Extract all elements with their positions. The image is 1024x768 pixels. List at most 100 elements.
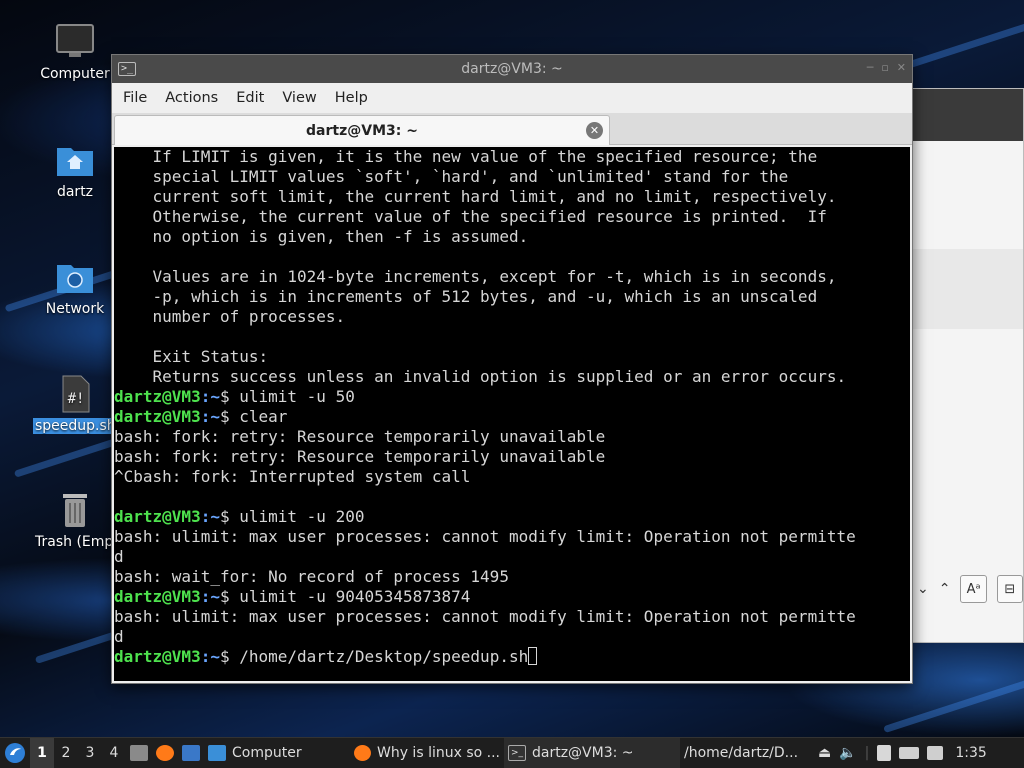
terminal-output-line: no option is given, then -f is assumed. xyxy=(114,227,910,247)
task-computer[interactable]: Computer xyxy=(204,738,350,768)
home-folder-icon xyxy=(55,140,95,180)
terminal-prompt-line: dartz@VM3:~$ /home/dartz/Desktop/speedup… xyxy=(114,647,910,667)
desktop-icon-trash[interactable]: Trash (Empty) xyxy=(33,490,133,550)
terminal-output-line: If LIMIT is given, it is the new value o… xyxy=(114,147,910,167)
desktop-icon-label: Network xyxy=(45,301,105,317)
tab-close-icon[interactable]: ✕ xyxy=(586,122,603,139)
file-manager-launcher-icon[interactable] xyxy=(126,738,152,768)
terminal-output-line: Otherwise, the current value of the spec… xyxy=(114,207,910,227)
prompt-user: dartz@VM3 xyxy=(114,507,201,526)
toolbar-extra-icon[interactable]: ⊟ xyxy=(996,575,1023,603)
terminal-titlebar[interactable]: >_ dartz@VM3: ~ ─ ▫ ✕ xyxy=(112,55,912,83)
terminal-prompt-line: dartz@VM3:~$ ulimit -u 50 xyxy=(114,387,910,407)
folder-icon xyxy=(208,745,226,761)
prompt-user: dartz@VM3 xyxy=(114,407,201,426)
text-cursor xyxy=(528,647,538,665)
prompt-user: dartz@VM3 xyxy=(114,647,201,666)
output-text: Exit Status: xyxy=(114,347,269,366)
desktop-icon-network[interactable]: Network xyxy=(33,257,117,317)
terminal-output-line: bash: ulimit: max user processes: cannot… xyxy=(114,607,910,627)
workspace-1[interactable]: 1 xyxy=(30,737,54,768)
output-text: If LIMIT is given, it is the new value o… xyxy=(114,147,818,166)
taskbar: 1 2 3 4 Computer Why is linux so ... >_ … xyxy=(0,737,1024,768)
trash-icon xyxy=(55,490,95,530)
desktop-icon-speedup[interactable]: #! speedup.sh xyxy=(33,374,118,434)
background-window[interactable]: ⌄ ⌃ Aᵃ ⊟ xyxy=(910,88,1024,643)
separator: | xyxy=(864,745,870,761)
task-label: Computer xyxy=(232,745,302,761)
tab-terminal[interactable]: dartz@VM3: ~ ✕ xyxy=(114,115,610,145)
task-file-manager[interactable]: /home/dartz/D... xyxy=(680,738,814,768)
desktop-icon-computer[interactable]: Computer xyxy=(33,22,117,82)
desktop-icon-home[interactable]: dartz xyxy=(33,140,117,200)
output-text: bash: fork: retry: Resource temporarily … xyxy=(114,447,606,466)
computer-icon xyxy=(55,22,95,62)
desktop-icon-label: dartz xyxy=(56,184,94,200)
menu-edit[interactable]: Edit xyxy=(227,90,273,106)
prompt-path: :~ xyxy=(200,507,220,526)
output-text: ^Cbash: fork: Interrupted system call xyxy=(114,467,471,486)
chevron-down-icon[interactable]: ⌄ xyxy=(917,581,929,597)
tab-bar: dartz@VM3: ~ ✕ xyxy=(112,113,912,145)
workspace-4[interactable]: 4 xyxy=(102,738,126,768)
firefox-icon xyxy=(354,745,371,761)
terminal-prompt-line: dartz@VM3:~$ ulimit -u 200 xyxy=(114,507,910,527)
terminal-prompt-line: dartz@VM3:~$ ulimit -u 90405345873874 xyxy=(114,587,910,607)
task-terminal[interactable]: >_ dartz@VM3: ~ xyxy=(504,737,680,768)
prompt-path: :~ xyxy=(200,387,220,406)
menu-file[interactable]: File xyxy=(114,90,156,106)
menu-view[interactable]: View xyxy=(273,90,325,106)
eject-icon[interactable]: ⏏ xyxy=(814,738,835,768)
terminal-icon: >_ xyxy=(508,745,526,761)
menu-bar: File Actions Edit View Help xyxy=(112,83,912,113)
terminal-output-line: d xyxy=(114,547,910,567)
maximize-icon[interactable]: ▫ xyxy=(881,61,888,74)
show-desktop-icon[interactable] xyxy=(178,738,204,768)
network-icon[interactable] xyxy=(895,738,923,768)
desktop-icon-label: speedup.sh xyxy=(33,418,118,434)
output-text: bash: wait_for: No record of process 149… xyxy=(114,567,509,586)
background-window-toolbar: ⌄ ⌃ Aᵃ ⊟ xyxy=(911,569,1023,609)
prompt-symbol: $ xyxy=(219,407,240,426)
menu-actions[interactable]: Actions xyxy=(156,90,227,106)
terminal-icon: >_ xyxy=(118,62,136,76)
volume-icon[interactable]: 🔈 xyxy=(835,738,860,768)
command-text: ulimit -u 50 xyxy=(239,387,355,406)
command-text: clear xyxy=(239,407,288,426)
terminal-output-line: -p, which is in increments of 512 bytes,… xyxy=(114,287,910,307)
font-size-icon[interactable]: Aᵃ xyxy=(960,575,987,603)
output-text: -p, which is in increments of 512 bytes,… xyxy=(114,287,818,306)
output-text: bash: fork: retry: Resource temporarily … xyxy=(114,427,606,446)
output-text: bash: ulimit: max user processes: cannot… xyxy=(114,527,856,546)
terminal-output-line: current soft limit, the current hard lim… xyxy=(114,187,910,207)
task-firefox[interactable]: Why is linux so ... xyxy=(350,738,504,768)
prompt-symbol: $ xyxy=(219,387,240,406)
command-text: ulimit -u 200 xyxy=(239,507,365,526)
prompt-symbol: $ xyxy=(219,587,240,606)
wallpaper-streak xyxy=(902,16,1024,71)
background-window-panel xyxy=(911,249,1023,329)
notification-icon[interactable] xyxy=(923,738,947,768)
task-label: dartz@VM3: ~ xyxy=(532,745,634,761)
terminal-output-line: number of processes. xyxy=(114,307,910,327)
output-text: d xyxy=(114,627,124,646)
terminal-output-line: bash: wait_for: No record of process 149… xyxy=(114,567,910,587)
close-icon[interactable]: ✕ xyxy=(897,61,906,74)
minimize-icon[interactable]: ─ xyxy=(867,61,874,74)
firefox-launcher-icon[interactable] xyxy=(152,738,178,768)
output-text: Values are in 1024-byte increments, exce… xyxy=(114,267,837,286)
terminal-output[interactable]: If LIMIT is given, it is the new value o… xyxy=(114,147,910,681)
terminal-window[interactable]: >_ dartz@VM3: ~ ─ ▫ ✕ File Actions Edit … xyxy=(111,54,913,684)
chevron-up-icon[interactable]: ⌃ xyxy=(939,581,951,597)
clipboard-icon[interactable] xyxy=(873,738,895,768)
app-menu-icon[interactable] xyxy=(0,738,30,768)
prompt-path: :~ xyxy=(200,407,220,426)
menu-help[interactable]: Help xyxy=(326,90,377,106)
workspace-3[interactable]: 3 xyxy=(78,738,102,768)
terminal-output-line: bash: fork: retry: Resource temporarily … xyxy=(114,447,910,467)
clock[interactable]: 1:35 xyxy=(951,738,990,768)
workspace-2[interactable]: 2 xyxy=(54,738,78,768)
